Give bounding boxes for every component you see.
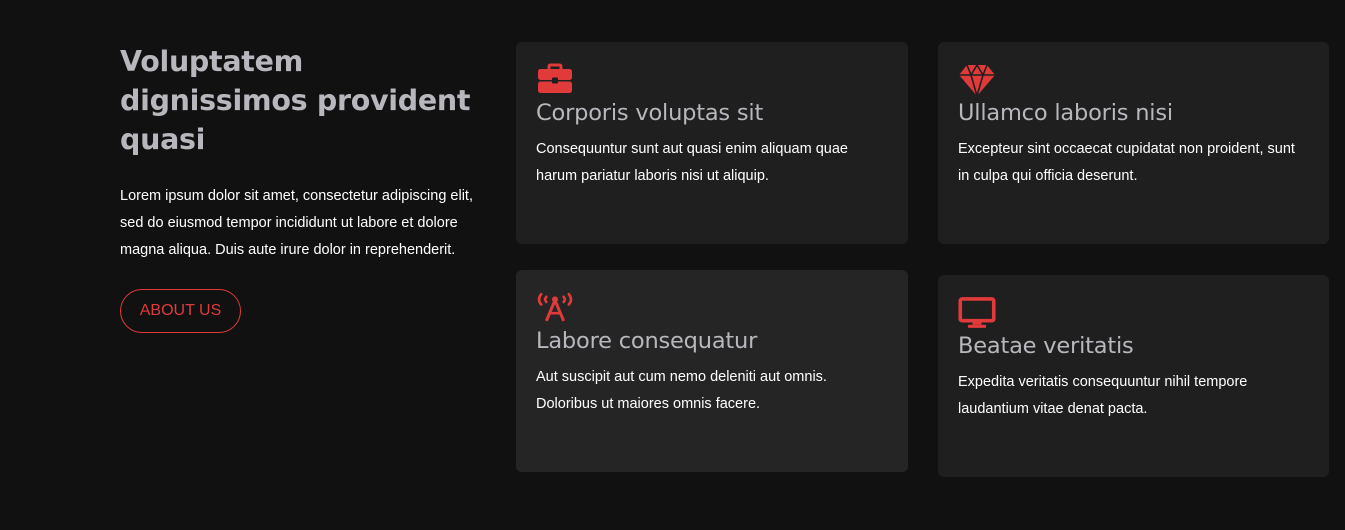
feature-card-corporis: Corporis voluptas sit Consequuntur sunt …	[516, 42, 908, 244]
card-text: Excepteur sint occaecat cupidatat non pr…	[958, 141, 1295, 184]
feature-card-beatae: Beatae veritatis Expedita veritatis cons…	[938, 275, 1329, 477]
card-text: Consequuntur sunt aut quasi enim aliquam…	[536, 141, 848, 184]
about-us-button[interactable]: ABOUT US	[120, 289, 241, 333]
section-title: Voluptatem dignissimos provident quasi	[120, 45, 471, 156]
broadcast-tower-icon	[537, 292, 573, 322]
card-title: Beatae veritatis	[958, 333, 1134, 359]
gem-icon	[959, 63, 995, 98]
card-title: Corporis voluptas sit	[536, 100, 764, 126]
briefcase-icon	[538, 63, 572, 93]
feature-card-ullamco: Ullamco laboris nisi Excepteur sint occa…	[938, 42, 1329, 244]
card-text: Aut suscipit aut cum nemo deleniti aut o…	[536, 369, 827, 412]
intro-block: Voluptatem dignissimos provident quasi L…	[120, 42, 495, 264]
card-title: Labore consequatur	[536, 328, 758, 354]
card-text: Expedita veritatis consequuntur nihil te…	[958, 374, 1248, 417]
why-us-section: Voluptatem dignissimos provident quasi L…	[0, 0, 1345, 530]
feature-card-labore: Labore consequatur Aut suscipit aut cum …	[516, 270, 908, 472]
card-title: Ullamco laboris nisi	[958, 100, 1173, 126]
monitor-icon	[958, 297, 996, 328]
section-description: Lorem ipsum dolor sit amet, consectetur …	[120, 188, 473, 258]
